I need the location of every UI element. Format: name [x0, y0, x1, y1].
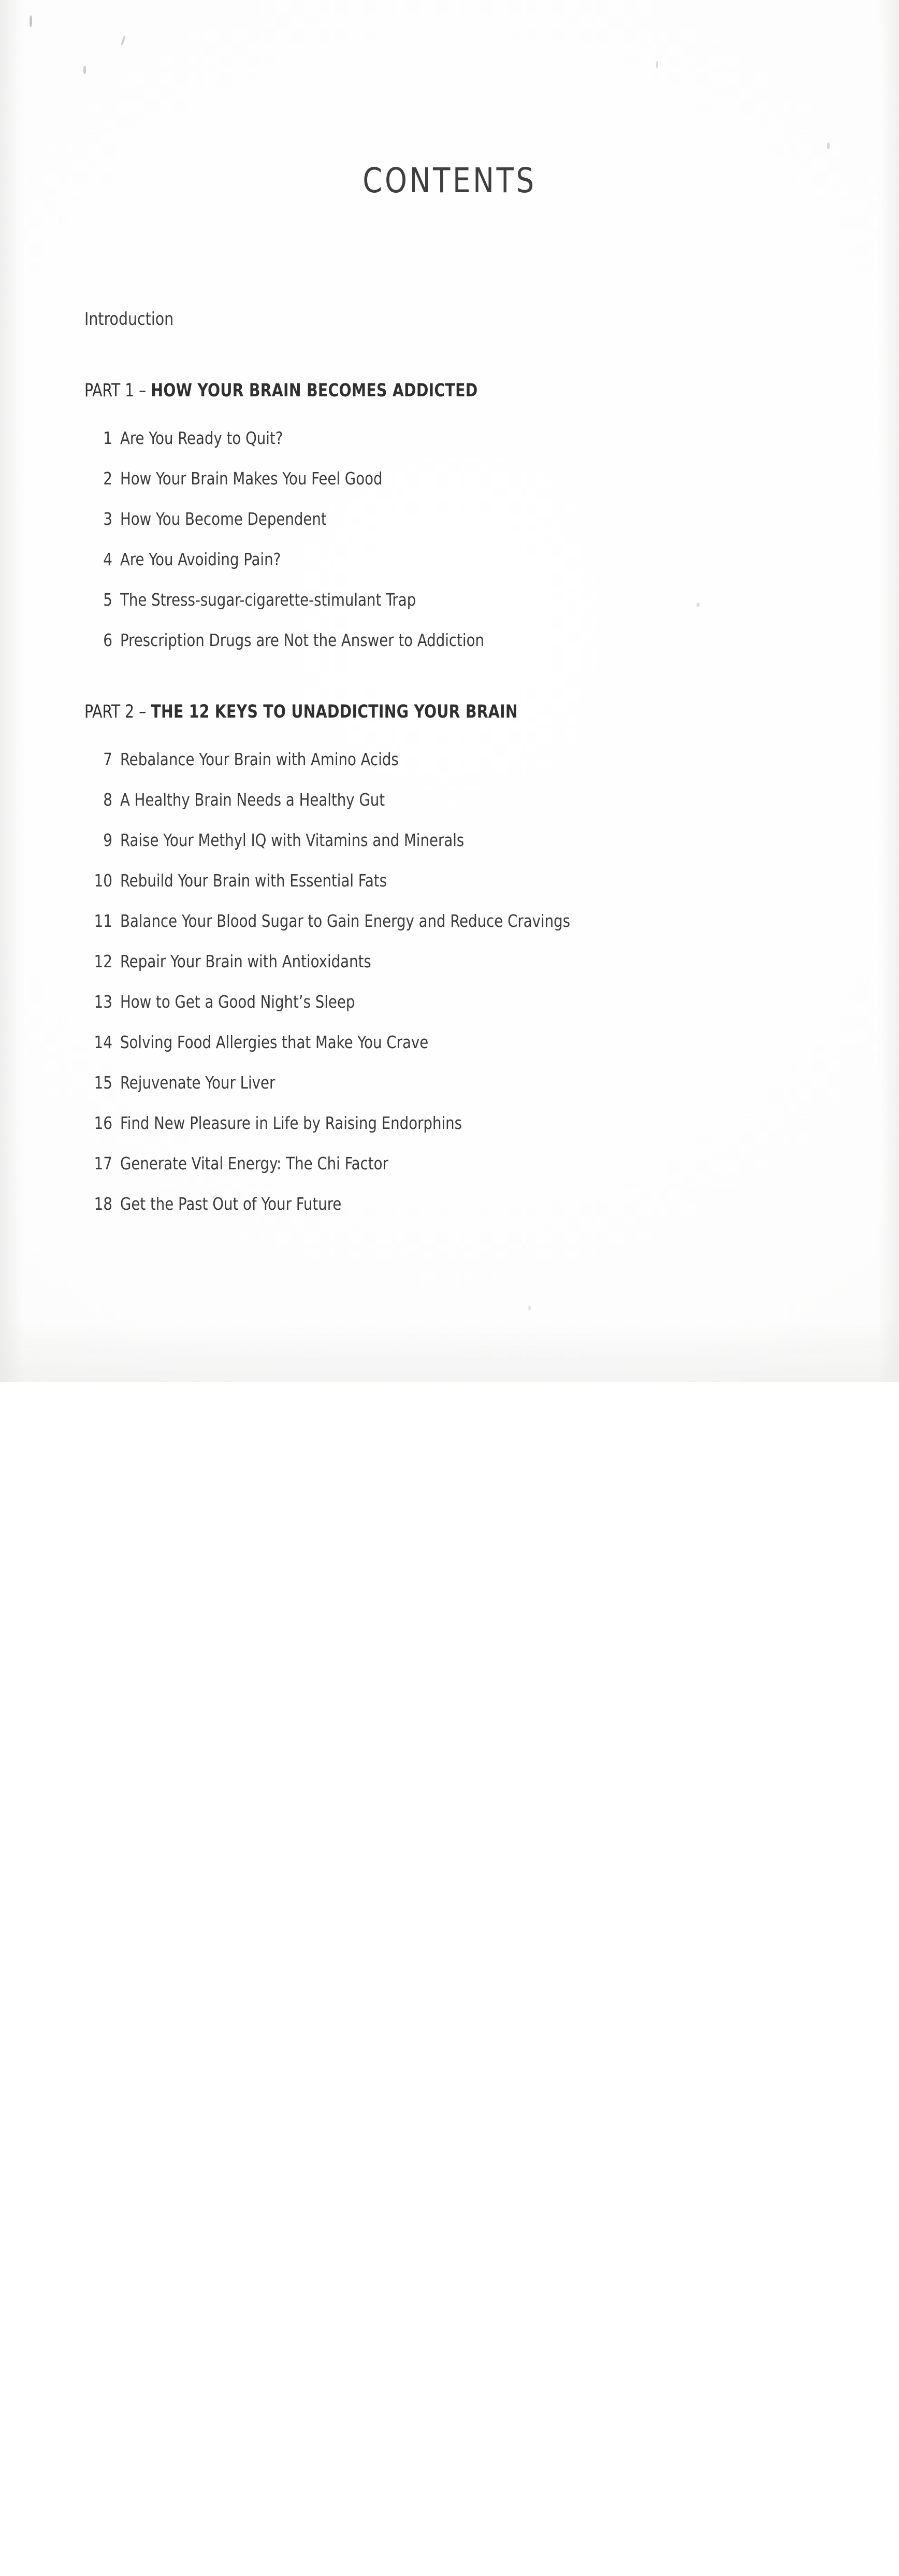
chapter-number: 9: [103, 830, 112, 850]
page-title: CONTENTS: [363, 161, 536, 201]
toc-entry-chapter[interactable]: 13 How to Get a Good Night’s Sleep 201: [84, 992, 774, 1032]
toc-entry-chapter[interactable]: 12 Repair Your Brain with Antioxidants 1…: [84, 951, 774, 992]
chapter-title: How Your Brain Makes You Feel Good: [120, 468, 383, 489]
scan-speck: [121, 35, 126, 46]
toc-page: CONTENTS Introduction 1 PART 1 – HOW YOU…: [0, 0, 899, 1382]
chapter-page-number: 273: [129, 1194, 899, 2576]
chapter-number: 16: [94, 1113, 112, 1133]
toc-entry-chapter[interactable]: 8 A Healthy Brain Needs a Healthy Gut 14…: [84, 790, 774, 830]
toc-list: Introduction 1 PART 1 – HOW YOUR BRAIN B…: [84, 309, 774, 1234]
toc-entry-chapter[interactable]: 2 How Your Brain Makes You Feel Good 32: [84, 468, 774, 509]
toc-entry-chapter[interactable]: 11 Balance Your Blood Sugar to Gain Ener…: [84, 911, 774, 951]
toc-entry-chapter[interactable]: 1 Are You Ready to Quit? 14: [84, 428, 774, 468]
toc-entry-chapter[interactable]: 16 Find New Pleasure in Life by Raising …: [84, 1113, 774, 1153]
chapter-number: 13: [94, 992, 112, 1012]
chapter-number: 1: [103, 428, 112, 448]
toc-entry-chapter[interactable]: 17 Generate Vital Energy: The Chi Factor…: [84, 1153, 774, 1194]
scan-speck: [83, 66, 86, 74]
toc-entry-chapter[interactable]: 9 Raise Your Methyl IQ with Vitamins and…: [84, 830, 774, 870]
chapter-number: 12: [94, 951, 112, 971]
scan-speck: [656, 61, 658, 68]
scan-speck: [827, 142, 830, 149]
toc-entry-chapter[interactable]: 3 How You Become Dependent 49: [84, 509, 774, 549]
chapter-number: 7: [103, 749, 112, 769]
toc-entry-chapter[interactable]: 14 Solving Food Allergies that Make You …: [84, 1032, 774, 1072]
toc-entry-chapter[interactable]: 4 Are You Avoiding Pain? 74: [84, 549, 774, 590]
toc-part-heading-2[interactable]: PART 2 – THE 12 KEYS TO UNADDICTING YOUR…: [84, 702, 774, 749]
chapter-number: 18: [94, 1194, 112, 1214]
chapter-number: 11: [94, 911, 112, 931]
chapter-number: 6: [103, 630, 112, 650]
toc-part-heading-1[interactable]: PART 1 – HOW YOUR BRAIN BECOMES ADDICTED…: [84, 380, 774, 428]
toc-entry-chapter[interactable]: 15 Rejuvenate Your Liver 231: [84, 1072, 774, 1113]
toc-entry-chapter[interactable]: 10 Rebuild Your Brain with Essential Fat…: [84, 870, 774, 911]
chapter-number: 15: [94, 1072, 112, 1093]
toc-entry-chapter[interactable]: 5 The Stress-sugar-cigarette-stimulant T…: [84, 590, 774, 630]
chapter-number: 2: [103, 468, 112, 489]
toc-entry-chapter[interactable]: 18 Get the Past Out of Your Future 273: [84, 1194, 774, 1234]
chapter-number: 17: [94, 1153, 112, 1173]
toc-entry-chapter[interactable]: 7 Rebalance Your Brain with Amino Acids …: [84, 749, 774, 790]
chapter-number: 4: [103, 549, 112, 569]
toc-entry-chapter[interactable]: 6 Prescription Drugs are Not the Answer …: [84, 630, 774, 670]
chapter-number: 14: [94, 1032, 112, 1052]
chapter-number: 10: [94, 870, 112, 891]
chapter-number: 3: [103, 509, 112, 529]
chapter-number: 8: [103, 790, 112, 810]
chapter-number: 5: [103, 590, 112, 610]
scan-speck: [30, 16, 32, 27]
toc-entry-introduction[interactable]: Introduction 1: [84, 309, 774, 349]
